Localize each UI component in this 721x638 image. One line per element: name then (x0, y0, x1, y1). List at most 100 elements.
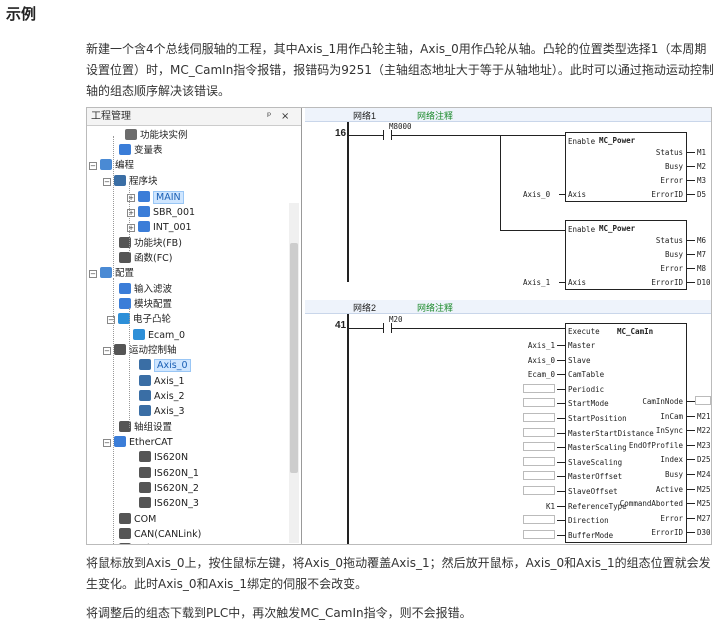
tree-item-label: 电子凸轮 (133, 314, 172, 325)
mc-camin-input-var: Axis_1 (527, 341, 555, 350)
mc-camin-output-var: M25 (697, 499, 711, 509)
mc-camin-input-field[interactable] (523, 486, 555, 495)
tree-item-function-block-instance[interactable]: 功能块实例 (125, 128, 188, 143)
mc-camin-input-field[interactable] (523, 456, 555, 466)
tree-item-axis-2[interactable]: Axis_2 (139, 389, 185, 404)
network-name: 网络1 (353, 111, 377, 121)
mc-power-block-2-output-pin: ErrorID (651, 278, 683, 287)
input-wire (557, 418, 565, 419)
tree-item-main[interactable]: + MAIN (127, 190, 184, 205)
mc-camin-input-field[interactable] (523, 529, 555, 539)
tree-item-label: Axis_0 (154, 359, 191, 372)
mc-camin-input-pin: Slave (568, 355, 591, 365)
network-2-header: 网络2 网络注释 (305, 300, 711, 314)
mc-camin-input-var: Axis_0 (527, 355, 555, 365)
function-block-instance-icon (125, 129, 137, 140)
output-wire (687, 152, 695, 153)
tree-item-can-canlink[interactable]: CAN(CANLink) (119, 527, 201, 542)
mc-camin-input-field[interactable] (523, 383, 555, 393)
project-tree-title: 工程管理 (91, 111, 131, 122)
tree-item-module-config[interactable]: 模块配置 (119, 297, 172, 312)
tree-item-programming[interactable]: − 编程 (89, 158, 134, 173)
mc-camin-input-field[interactable] (523, 413, 555, 422)
motion-control-axis-icon (114, 344, 126, 355)
mc-camin-input-pin: Master (568, 341, 596, 350)
mc-camin-output-pin: Index (660, 455, 683, 465)
tree-item-function-fc[interactable]: 函数(FC) (119, 251, 173, 266)
mc-camin-output-var: M21 (697, 411, 711, 421)
mc-camin-input-field[interactable] (523, 471, 555, 481)
expand-toggle-icon[interactable]: − (103, 347, 111, 355)
mc-power-block-2-output-pin: Error (660, 264, 683, 273)
tree-item-program-block[interactable]: − 程序块 (103, 174, 158, 189)
expand-toggle-icon[interactable]: − (103, 439, 111, 447)
tree-item-is620n[interactable]: IS620N (139, 450, 188, 465)
tree-item-sbr-001[interactable]: + SBR_001 (127, 205, 195, 220)
input-wire (557, 447, 565, 449)
tree-guide-line (113, 278, 114, 544)
input-wire (557, 388, 565, 390)
tree-item-label: 变量表 (134, 145, 163, 156)
pin-icon[interactable]: ᵖ (267, 108, 271, 126)
tree-item-ecam-0[interactable]: Ecam_0 (133, 328, 185, 343)
tree-item-axis-0[interactable]: Axis_0 (139, 358, 191, 373)
mc-camin-input-pin: StartMode (568, 399, 609, 409)
rung-wire (500, 230, 565, 231)
tree-item-label: 功能块实例 (140, 130, 188, 141)
tree-item-com[interactable]: COM (119, 512, 156, 527)
mc-power-block-2-output-var: D10 (697, 278, 711, 287)
network-1-number: 16 (335, 128, 347, 139)
tree-item-label: COM (134, 514, 157, 525)
function-fc-icon (119, 252, 131, 263)
tree-item-configuration[interactable]: − 配置 (89, 266, 134, 281)
output-wire (687, 166, 695, 167)
tree-item-electronic-cam[interactable]: − 电子凸轮 (107, 312, 171, 327)
network-1-header: 网络1 网络注释 (305, 108, 711, 122)
expand-toggle-icon[interactable]: − (103, 178, 111, 186)
mc-camin-output-field[interactable] (695, 396, 711, 405)
network-comment[interactable]: 网络注释 (417, 109, 453, 122)
tree-item-motion-control-axis[interactable]: − 运动控制轴 (103, 343, 177, 358)
ethernet-icon (119, 543, 131, 544)
expand-toggle-icon[interactable]: − (89, 162, 97, 170)
expand-toggle-icon[interactable]: − (89, 270, 97, 278)
tree-item-label: 程序块 (129, 176, 158, 187)
tree-item-axis-3[interactable]: Axis_3 (139, 404, 185, 419)
tree-scrollbar[interactable] (289, 203, 299, 543)
ecam-0-icon (133, 329, 145, 340)
input-wire (557, 476, 565, 478)
mc-camin-output-var: M24 (697, 470, 711, 479)
tree-item-ethernet[interactable]: 以太网 (119, 542, 163, 544)
tree-item-label: 输入滤波 (134, 284, 173, 295)
mc-camin-input-field[interactable] (523, 515, 555, 525)
rung-wire (349, 328, 383, 329)
mc-power-block-2-axis-pin: Axis (568, 278, 587, 287)
mc-camin-input-field[interactable] (523, 442, 555, 452)
tree-item-input-filter[interactable]: 输入滤波 (119, 282, 172, 297)
mc-camin-input-var: K1 (545, 501, 555, 511)
tree-item-axis-group-settings[interactable]: 轴组设置 (119, 420, 172, 435)
tree-item-variable-table[interactable]: 变量表 (119, 143, 163, 158)
tree-scrollbar-thumb[interactable] (290, 243, 298, 473)
mc-camin-output-pin: Active (655, 484, 683, 494)
tree-item-int-001[interactable]: + INT_001 (127, 220, 192, 235)
network-comment[interactable]: 网络注释 (417, 301, 453, 314)
mc-camin-input-field[interactable] (523, 398, 555, 408)
mc-power-block-2-output-var: M7 (697, 250, 707, 259)
drag-instruction-paragraph: 将鼠标放到Axis_0上，按住鼠标左键，将Axis_0拖动覆盖Axis_1；然后… (86, 556, 711, 591)
main-icon (138, 191, 150, 202)
branch-wire (500, 135, 501, 230)
mc-power-block-1-output-var: M3 (697, 176, 707, 185)
tree-item-is620n-1[interactable]: IS620N_1 (139, 466, 199, 481)
mc-power-block-1-output-var: M1 (697, 148, 707, 157)
mc-power-block-1-output-pin: Busy (664, 162, 683, 171)
mc-camin-output-var: M25 (697, 484, 711, 494)
tree-item-label: Axis_1 (154, 376, 185, 387)
close-icon[interactable]: × (281, 108, 289, 126)
mc-camin-input-field[interactable] (523, 427, 555, 437)
tree-item-is620n-2[interactable]: IS620N_2 (139, 481, 199, 496)
tree-item-is620n-3[interactable]: IS620N_3 (139, 496, 199, 511)
input-wire (557, 345, 565, 346)
rung-wire (349, 135, 383, 136)
tree-item-axis-1[interactable]: Axis_1 (139, 374, 185, 389)
